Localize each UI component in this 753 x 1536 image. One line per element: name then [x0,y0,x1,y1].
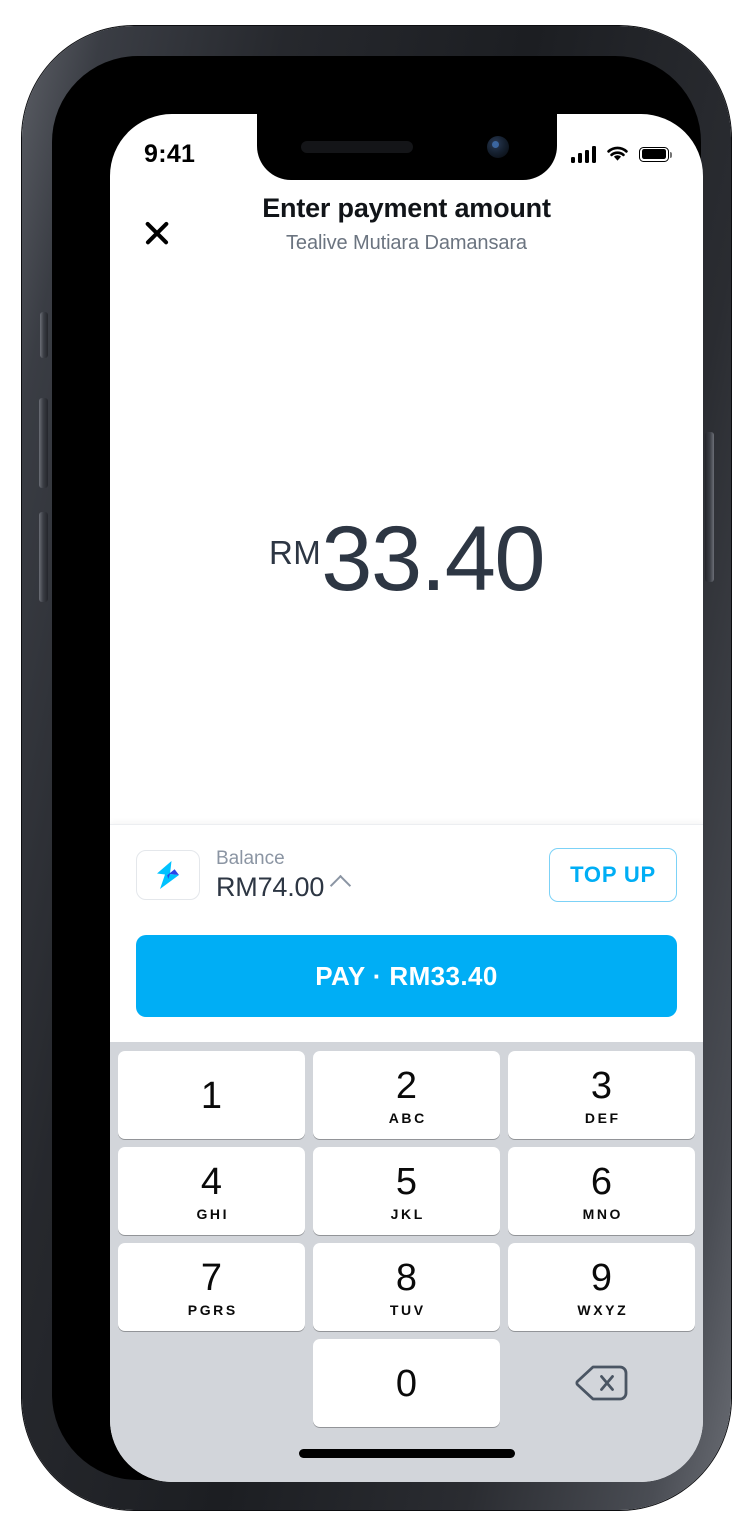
volume-up-button[interactable] [39,398,48,488]
balance-value-row: RM74.00 [216,872,533,903]
amount-display[interactable]: RM 33.40 [268,507,546,610]
key-letters: PGRS [187,1301,238,1318]
key-2[interactable]: 2 ABC [313,1051,500,1139]
key-number: 3 [590,1064,613,1107]
balance-row[interactable]: Balance RM74.00 TOP UP [110,825,703,903]
chevron-up-icon[interactable] [330,875,352,897]
power-button[interactable] [705,432,714,582]
key-7[interactable]: 7 PGRS [118,1243,305,1331]
key-1[interactable]: 1 [118,1051,305,1139]
volume-down-button[interactable] [39,512,48,602]
balance-amount: RM74.00 [216,871,325,902]
key-letters: DEF [584,1109,621,1126]
phone-bezel: 9:41 Enter payment amount Tealive Mutiar… [52,56,703,1482]
top-up-button[interactable]: TOP UP [549,847,677,902]
amount-display-area: RM 33.40 [110,294,703,824]
merchant-name: Tealive Mutiara Damansara [286,232,527,255]
mute-switch-button[interactable] [40,312,48,358]
key-number: 6 [590,1160,613,1203]
key-9[interactable]: 9 WXYZ [508,1243,695,1331]
keypad-row: 1 2 ABC 3 DEF [118,1051,695,1139]
earpiece-speaker-icon [300,141,413,153]
front-camera-icon [486,136,509,158]
lightning-bolt-icon [157,860,179,889]
key-6[interactable]: 6 MNO [508,1147,695,1235]
page-title: Enter payment amount [262,193,551,223]
close-icon[interactable] [140,216,174,250]
balance-label: Balance [216,848,285,869]
key-letters: MNO [582,1205,624,1222]
key-3[interactable]: 3 DEF [508,1051,695,1139]
phone-screen: 9:41 Enter payment amount Tealive Mutiar… [110,114,703,1482]
keypad-spacer [118,1339,305,1427]
key-0[interactable]: 0 [313,1339,500,1427]
keypad-row: 0 [118,1339,695,1427]
key-number: 7 [200,1256,223,1299]
key-number: 8 [395,1256,418,1299]
numeric-keypad: 1 2 ABC 3 DEF 4 GHI 5 JKL 6 MNO 7 PGRS 8… [110,1042,703,1482]
key-number: 5 [395,1160,418,1203]
key-5[interactable]: 5 JKL [313,1147,500,1235]
cellular-signal-icon [570,145,596,163]
key-letters: GHI [196,1205,230,1222]
key-number: 0 [395,1363,418,1405]
backspace-delete-icon [574,1365,627,1401]
key-letters: TUV [389,1301,426,1318]
screenshot-root: 9:41 Enter payment amount Tealive Mutiar… [0,0,753,1536]
home-indicator [298,1449,515,1458]
status-bar-time: 9:41 [144,139,196,168]
wifi-icon [607,146,628,161]
key-number: 9 [590,1256,613,1299]
key-letters: JKL [390,1205,425,1222]
backspace-button[interactable] [508,1339,695,1427]
key-letters: WXYZ [577,1301,629,1318]
keypad-row: 7 PGRS 8 TUV 9 WXYZ [118,1243,695,1331]
payment-panel: Balance RM74.00 TOP UP PAY · RM33.40 [110,824,703,1042]
key-number: 4 [200,1160,223,1203]
phone-device-frame: 9:41 Enter payment amount Tealive Mutiar… [22,26,731,1510]
key-number: 2 [395,1064,418,1107]
amount-currency: RM [268,533,322,571]
battery-full-icon [639,146,673,162]
key-letters: ABC [388,1109,427,1126]
key-4[interactable]: 4 GHI [118,1147,305,1235]
status-bar-indicators [570,145,673,163]
keypad-row: 4 GHI 5 JKL 6 MNO [118,1147,695,1235]
key-number: 1 [200,1075,223,1117]
amount-value: 33.40 [321,507,545,610]
pay-button[interactable]: PAY · RM33.40 [136,935,677,1017]
key-8[interactable]: 8 TUV [313,1243,500,1331]
app-header: Enter payment amount Tealive Mutiara Dam… [110,192,703,255]
wallet-icon-container [136,849,200,900]
balance-text: Balance RM74.00 [216,847,533,903]
display-notch [256,114,557,180]
